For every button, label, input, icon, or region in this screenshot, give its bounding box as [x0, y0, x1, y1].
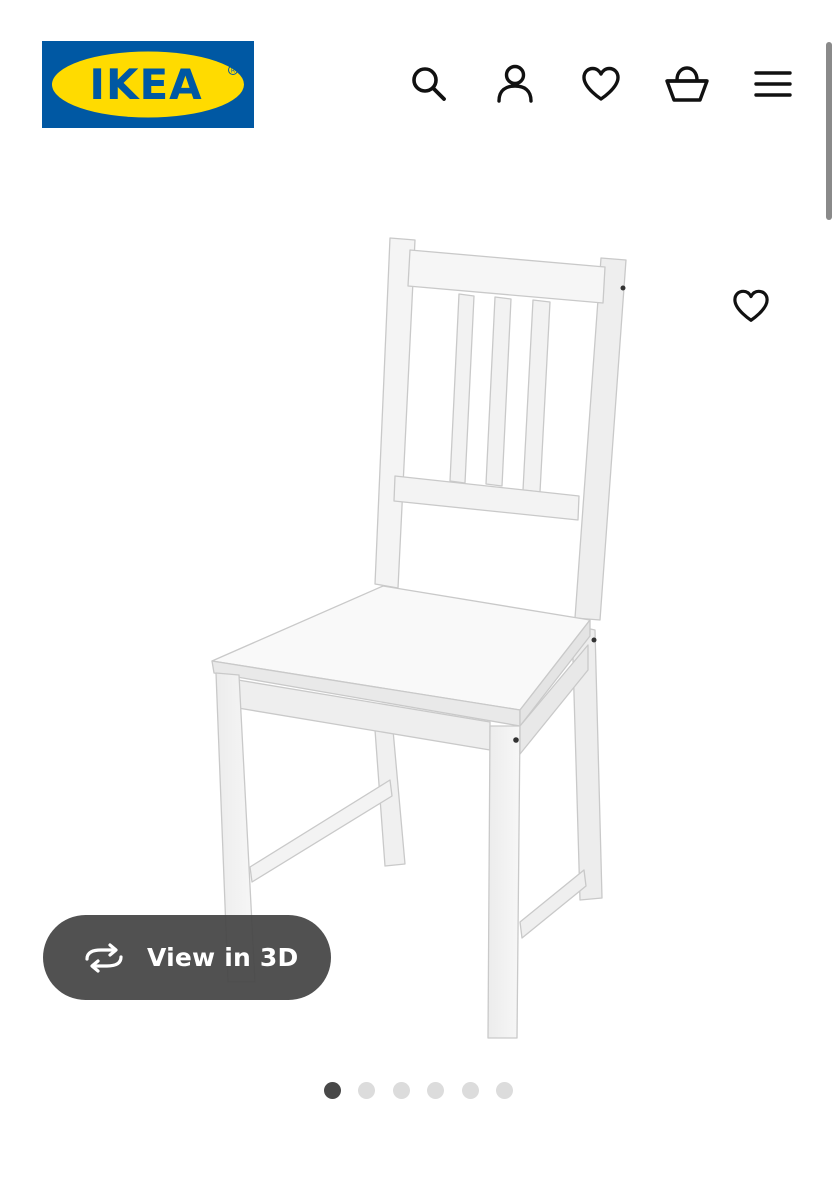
view-in-3d-label: View in 3D: [147, 943, 299, 972]
pagination-dot[interactable]: [496, 1082, 513, 1099]
rotate-3d-icon: [81, 942, 127, 973]
pagination-dot[interactable]: [324, 1082, 341, 1099]
view-in-3d-button[interactable]: View in 3D: [43, 915, 331, 1000]
svg-text:IKEA: IKEA: [89, 60, 202, 109]
svg-text:R: R: [231, 68, 235, 75]
gallery-pagination: [0, 1081, 837, 1101]
pagination-dot[interactable]: [461, 1082, 479, 1099]
pagination-dots: [0, 1081, 837, 1101]
basket-icon[interactable]: [663, 60, 711, 108]
header: IKEA R: [0, 0, 837, 170]
search-icon[interactable]: [405, 60, 453, 108]
user-icon[interactable]: [491, 60, 539, 108]
pagination-dot[interactable]: [392, 1082, 410, 1099]
pagination-dot[interactable]: [427, 1082, 445, 1099]
menu-icon[interactable]: [749, 60, 797, 108]
add-to-favourites-button[interactable]: [725, 282, 777, 330]
ikea-logo[interactable]: IKEA R: [42, 41, 254, 128]
heart-icon[interactable]: [577, 60, 625, 108]
pagination-dot[interactable]: [358, 1082, 376, 1099]
heart-icon: [733, 289, 769, 322]
